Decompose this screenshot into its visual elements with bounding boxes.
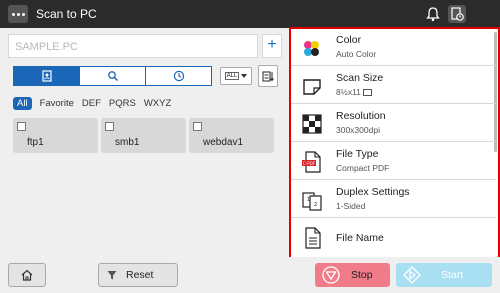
footer-bar: Reset Stop Start <box>0 257 500 293</box>
resolution-icon <box>302 114 322 134</box>
duplex-icon: 1 2 <box>302 192 322 211</box>
start-label: Start <box>441 269 464 281</box>
stop-button[interactable]: Stop <box>315 263 390 287</box>
page-title: Scan to PC <box>36 7 97 21</box>
svg-text:2: 2 <box>314 202 317 208</box>
setting-title: Color <box>336 34 362 46</box>
setting-title: File Type <box>336 148 379 160</box>
filter-favorite[interactable]: Favorite <box>40 98 74 109</box>
list-filter-dropdown[interactable]: ALL <box>220 67 252 85</box>
scan-size-icon <box>303 79 321 95</box>
add-destination-button[interactable]: + <box>262 34 282 58</box>
checkbox[interactable] <box>193 122 202 131</box>
pdf-file-icon: C-PDF <box>302 151 321 173</box>
setting-color[interactable]: Color Auto Color <box>291 29 496 66</box>
destination-name: webdav1 <box>203 137 244 148</box>
device-status-icon[interactable] <box>448 5 466 23</box>
chevron-down-icon <box>241 74 248 78</box>
sort-icon <box>262 71 274 82</box>
paper-orientation-icon <box>363 89 373 97</box>
filter-all[interactable]: All <box>13 96 32 110</box>
setting-value: 8½x11 <box>336 87 373 97</box>
home-button[interactable] <box>8 263 46 287</box>
setting-title: Resolution <box>336 110 386 122</box>
sort-button[interactable] <box>258 65 278 87</box>
setting-file-name[interactable]: File Name <box>291 219 496 256</box>
filter-def[interactable]: DEF <box>82 98 101 109</box>
bell-icon[interactable] <box>424 5 442 23</box>
search-mode-tabs <box>13 66 212 86</box>
filter-pqrs[interactable]: PQRS <box>109 98 136 109</box>
reset-label: Reset <box>126 269 154 281</box>
svg-text:1: 1 <box>307 197 310 203</box>
index-filter-bar: All Favorite DEF PQRS WXYZ <box>13 96 171 110</box>
clock-icon <box>173 70 184 82</box>
destination-name: smb1 <box>115 137 140 148</box>
setting-file-type[interactable]: C-PDF File Type Compact PDF <box>291 143 496 180</box>
setting-value: Auto Color <box>336 49 377 59</box>
list-filter-label: ALL <box>224 72 240 80</box>
menu-icon[interactable] <box>8 5 28 23</box>
header-bar: Scan to PC <box>0 0 500 28</box>
settings-panel: Color Auto Color Scan Size 8½x11 Resolut… <box>289 27 500 262</box>
checkbox[interactable] <box>105 122 114 131</box>
setting-title: Duplex Settings <box>336 186 410 198</box>
pdf-badge-label: C-PDF <box>303 161 316 166</box>
setting-value: 1-Sided <box>336 201 366 211</box>
search-icon <box>107 71 118 82</box>
checkbox[interactable] <box>17 122 26 131</box>
tab-history[interactable] <box>146 67 211 85</box>
address-book-icon <box>41 70 52 82</box>
file-name-icon <box>305 227 321 249</box>
setting-resolution[interactable]: Resolution 300x300dpi <box>291 105 496 142</box>
setting-value: 300x300dpi <box>336 125 380 135</box>
stop-icon <box>322 266 340 284</box>
home-icon <box>21 269 33 281</box>
setting-scan-size[interactable]: Scan Size 8½x11 <box>291 67 496 104</box>
destination-item[interactable]: webdav1 <box>189 118 274 153</box>
setting-title: File Name <box>336 232 384 244</box>
reset-icon <box>107 271 117 280</box>
destination-name: ftp1 <box>27 137 44 148</box>
start-button[interactable]: Start <box>396 263 492 287</box>
setting-duplex[interactable]: 1 2 Duplex Settings 1-Sided <box>291 181 496 218</box>
address-input[interactable]: SAMPLE.PC <box>8 34 258 58</box>
setting-value: Compact PDF <box>336 163 390 173</box>
filter-wxyz[interactable]: WXYZ <box>144 98 171 109</box>
reset-button[interactable]: Reset <box>98 263 178 287</box>
destination-item[interactable]: smb1 <box>101 118 186 153</box>
setting-title: Scan Size <box>336 72 384 84</box>
destination-item[interactable]: ftp1 <box>13 118 98 153</box>
tab-search[interactable] <box>80 67 146 85</box>
tab-address-book[interactable] <box>14 67 80 85</box>
stop-label: Stop <box>351 269 373 281</box>
start-icon <box>403 266 421 284</box>
color-icon <box>304 41 319 56</box>
destination-panel: SAMPLE.PC + ALL All Favorite DEF PQRS WX… <box>0 28 289 257</box>
